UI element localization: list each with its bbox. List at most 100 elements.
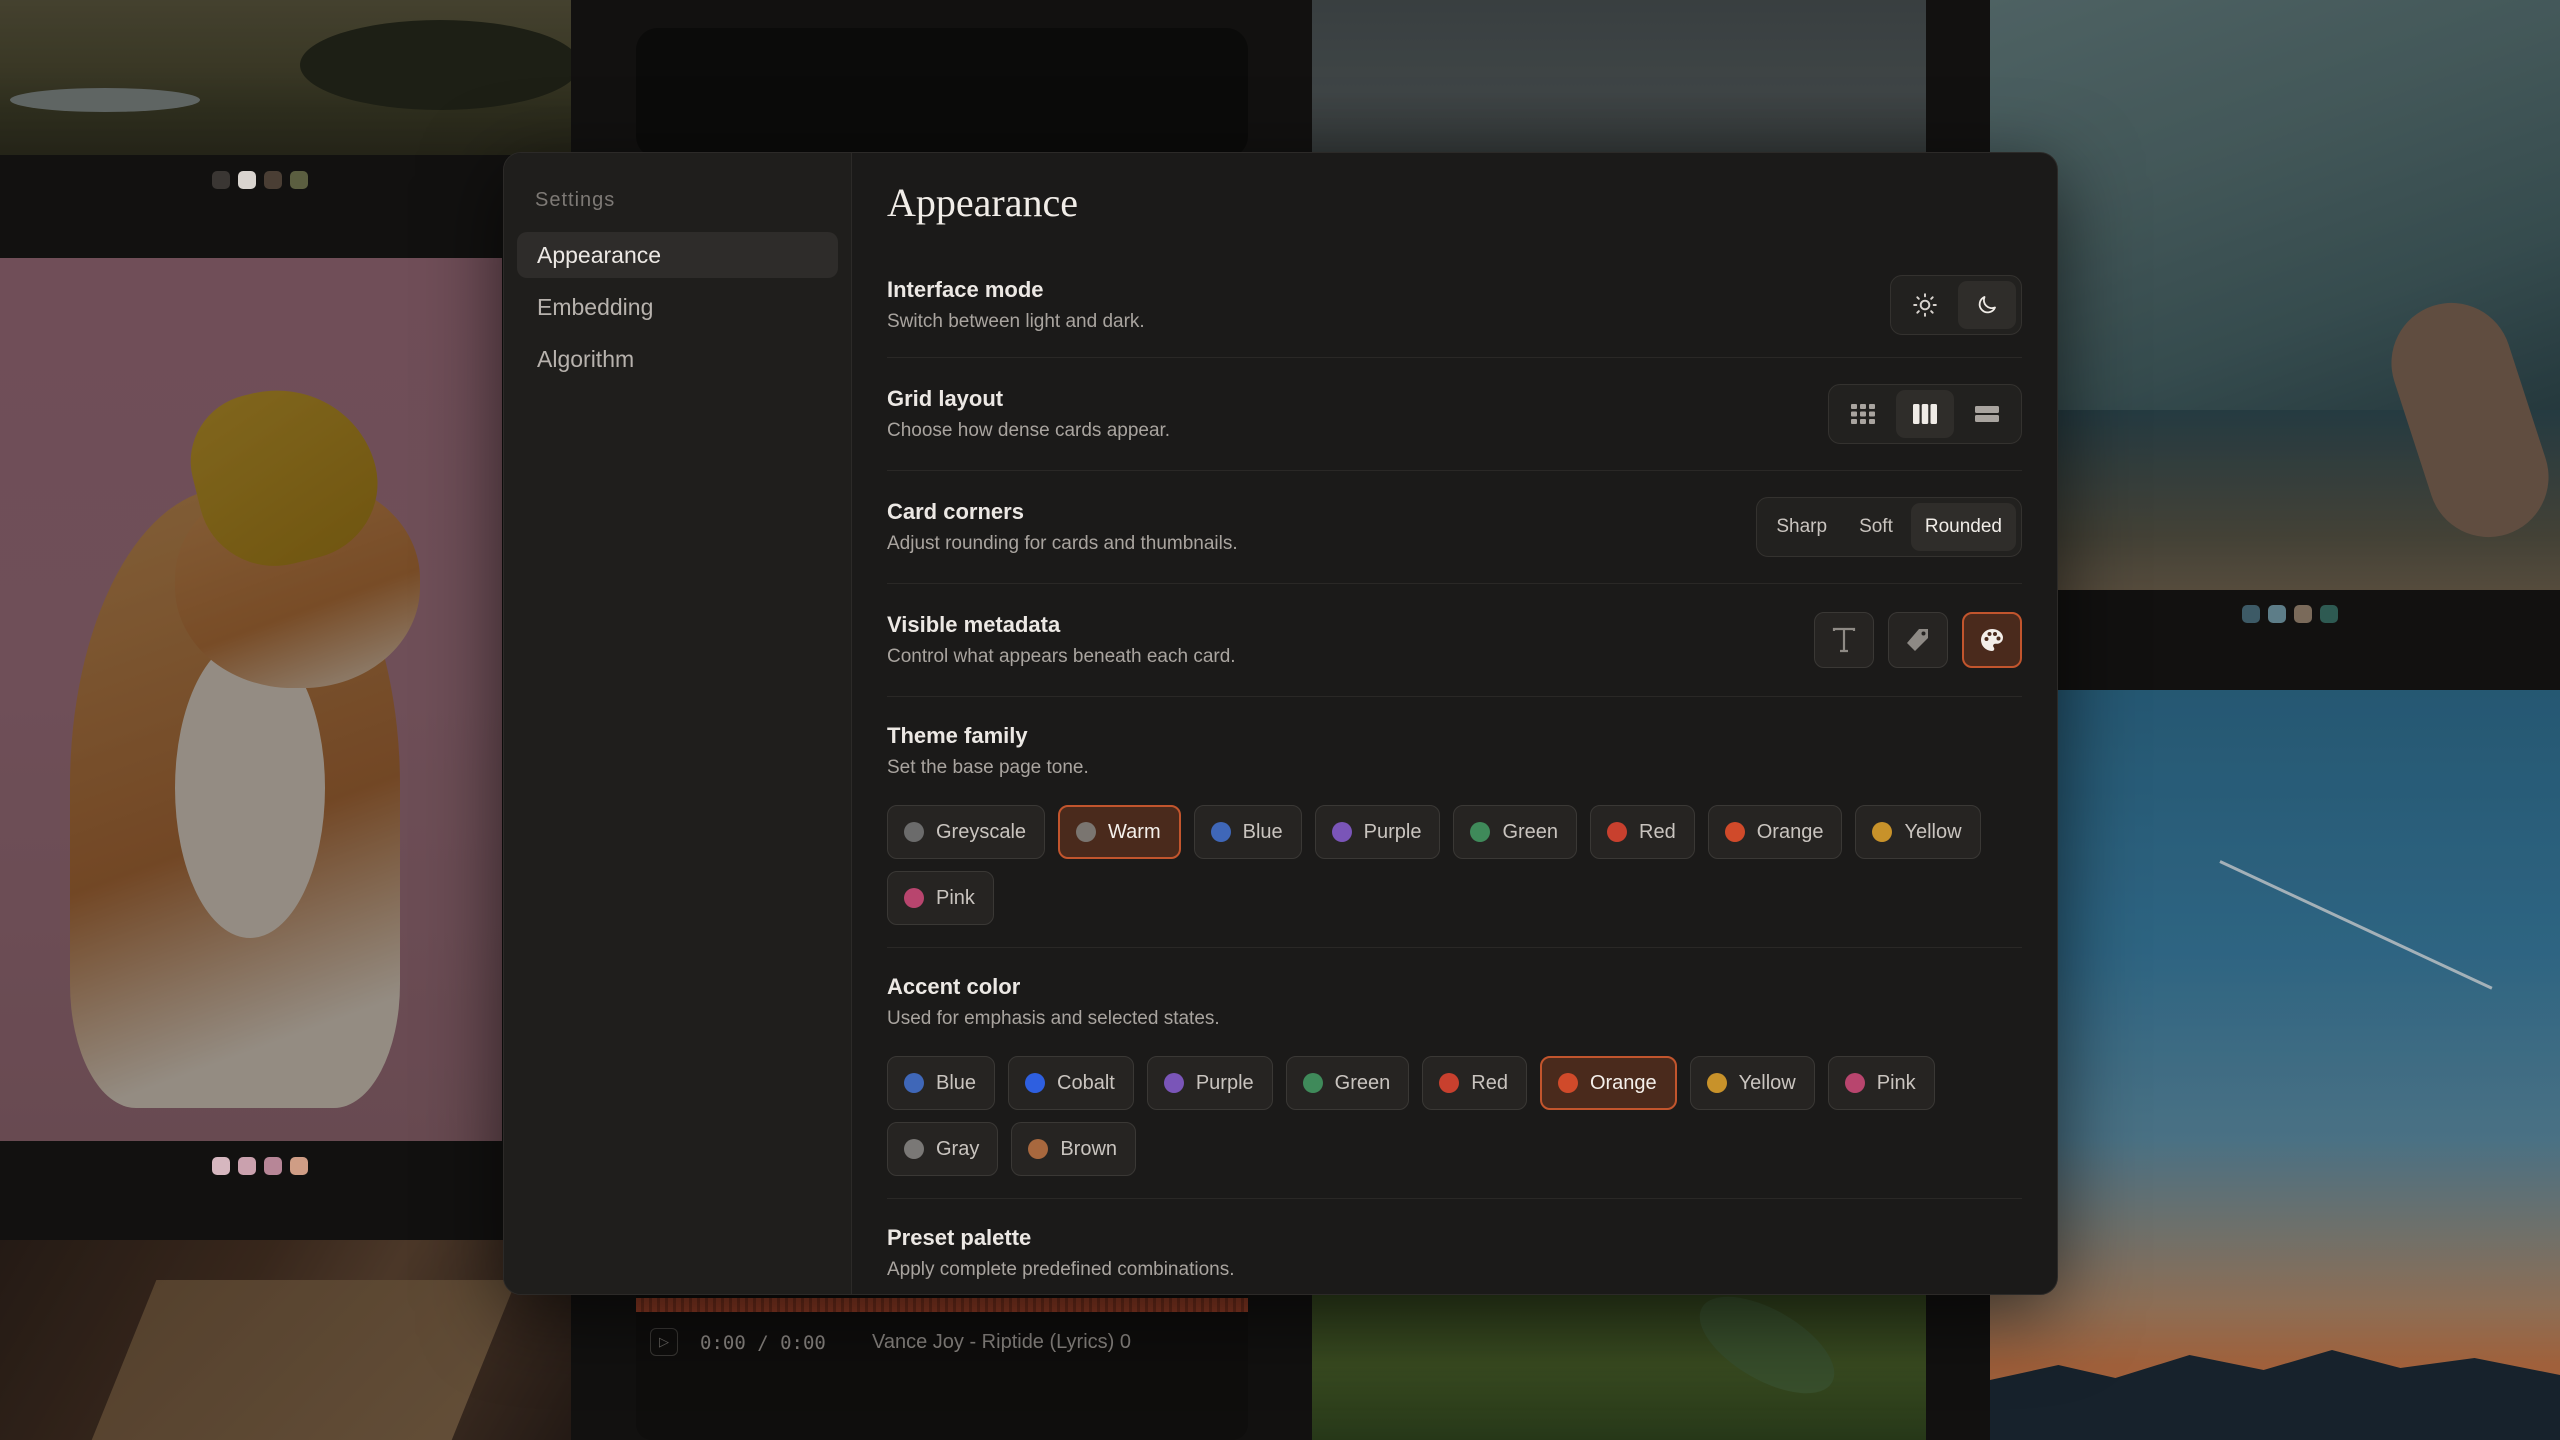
- setting-interface-mode: Interface mode Switch between light and …: [887, 252, 2022, 358]
- setting-description: Control what appears beneath each card.: [887, 646, 1236, 667]
- option-label: Warm: [1108, 820, 1161, 843]
- option-purple[interactable]: Purple: [1146, 1056, 1273, 1110]
- gallery-card-people[interactable]: [0, 1240, 571, 1440]
- gallery-card-song[interactable]: ▷ 0:00 / 0:00 Vance Joy - Riptide (Lyric…: [636, 1280, 1248, 1440]
- option-greyscale[interactable]: Greyscale: [887, 805, 1046, 859]
- setting-label: Interface mode: [887, 276, 1044, 302]
- setting-card-corners: Card corners Adjust rounding for cards a…: [887, 471, 2022, 584]
- palette-dot: [2294, 605, 2312, 623]
- option-red[interactable]: Red: [1590, 805, 1695, 859]
- grid-columns-icon[interactable]: [1896, 390, 1954, 438]
- setting-description: Switch between light and dark.: [887, 310, 1145, 332]
- color-swatch-icon: [1439, 1073, 1460, 1093]
- settings-modal: Settings Appearance Embedding Algorithm …: [503, 152, 2058, 1295]
- option-label: Green: [1502, 820, 1559, 843]
- setting-label: Theme family: [887, 723, 1028, 748]
- corners-rounded-button[interactable]: Rounded: [1910, 503, 2016, 551]
- sidebar-item-embedding[interactable]: Embedding: [517, 284, 838, 330]
- setting-theme-family: Theme family Set the base page tone. Gre…: [887, 697, 2022, 948]
- color-swatch-icon: [1210, 822, 1231, 842]
- option-label: Red: [1639, 820, 1676, 843]
- option-label: Blue: [1242, 820, 1283, 843]
- option-label: Cobalt: [1057, 1071, 1115, 1094]
- sidebar-item-algorithm[interactable]: Algorithm: [517, 336, 838, 382]
- page-title: Appearance: [887, 180, 1078, 225]
- palette-icon[interactable]: [1962, 612, 2022, 668]
- sun-icon[interactable]: [1896, 281, 1954, 329]
- gallery-card-hummingbird[interactable]: [1312, 1290, 1926, 1440]
- song-time: 0:00 / 0:00: [700, 1332, 826, 1354]
- option-label: Purple: [1363, 820, 1422, 843]
- option-label: Pink: [1876, 1071, 1916, 1094]
- color-swatch-icon: [1076, 822, 1097, 842]
- color-swatch-icon: [1331, 822, 1352, 842]
- color-swatch-icon: [1163, 1073, 1184, 1093]
- setting-label: Visible metadata: [887, 612, 1061, 637]
- option-green[interactable]: Green: [1285, 1056, 1410, 1110]
- option-label: Yellow: [1738, 1071, 1796, 1094]
- setting-label: Accent color: [887, 974, 1021, 999]
- option-blue[interactable]: Blue: [887, 1056, 996, 1110]
- tag-icon[interactable]: [1888, 612, 1948, 668]
- palette-dot: [264, 171, 282, 189]
- option-yellow[interactable]: Yellow: [1855, 805, 1981, 859]
- color-swatch-icon: [904, 1139, 924, 1159]
- corners-soft-button[interactable]: Soft: [1845, 503, 1907, 551]
- gallery-card-bird[interactable]: [1312, 0, 1926, 152]
- color-swatch-icon: [904, 822, 924, 842]
- gallery-card-video[interactable]: [636, 28, 1248, 158]
- option-orange[interactable]: Orange: [1539, 1056, 1677, 1110]
- gallery-card-dog[interactable]: [0, 258, 502, 1141]
- option-purple[interactable]: Purple: [1314, 805, 1441, 859]
- option-pink[interactable]: Pink: [1827, 1056, 1935, 1110]
- gallery-card-landscape[interactable]: [0, 0, 571, 155]
- metadata-toggles: [1814, 612, 2022, 668]
- color-swatch-icon: [1302, 1073, 1323, 1093]
- interface-mode-toggle: [1890, 274, 2022, 335]
- settings-sidebar: Settings Appearance Embedding Algorithm: [504, 153, 852, 1294]
- setting-label: Grid layout: [887, 386, 1004, 411]
- moon-icon[interactable]: [1958, 280, 2016, 329]
- color-swatch-icon: [1844, 1073, 1865, 1093]
- option-gray[interactable]: Gray: [887, 1122, 999, 1176]
- option-blue[interactable]: Blue: [1193, 805, 1302, 859]
- setting-description: Choose how dense cards appear.: [887, 420, 1171, 441]
- gallery-card-clothing[interactable]: [1990, 0, 2560, 590]
- play-icon[interactable]: ▷: [650, 1328, 678, 1356]
- setting-accent-color: Accent color Used for emphasis and selec…: [887, 948, 2022, 1199]
- option-green[interactable]: Green: [1453, 805, 1578, 859]
- palette-dots: [212, 1157, 308, 1175]
- audio-waveform[interactable]: [636, 1298, 1248, 1312]
- option-label: Greyscale: [936, 820, 1027, 843]
- option-cobalt[interactable]: Cobalt: [1008, 1056, 1134, 1110]
- option-yellow[interactable]: Yellow: [1689, 1056, 1815, 1110]
- setting-description: Used for emphasis and selected states.: [887, 1008, 1220, 1029]
- color-swatch-icon: [1557, 1073, 1578, 1093]
- palette-dots: [212, 171, 308, 189]
- option-label: Orange: [1589, 1071, 1657, 1094]
- option-brown[interactable]: Brown: [1011, 1122, 1137, 1176]
- grid-rows-icon[interactable]: [1958, 390, 2016, 438]
- grid-dense-icon[interactable]: [1834, 390, 1892, 438]
- color-swatch-icon: [1028, 1139, 1049, 1159]
- text-icon[interactable]: [1814, 612, 1874, 668]
- palette-dot: [290, 1157, 308, 1175]
- sidebar-item-appearance[interactable]: Appearance: [517, 232, 838, 278]
- option-orange[interactable]: Orange: [1707, 805, 1843, 859]
- palette-dot: [238, 171, 256, 189]
- palette-dot: [2268, 605, 2286, 623]
- setting-label: Preset palette: [887, 1225, 1032, 1250]
- option-label: Orange: [1756, 820, 1824, 843]
- palette-dot: [238, 1157, 256, 1175]
- option-red[interactable]: Red: [1422, 1056, 1527, 1110]
- setting-label: Card corners: [887, 499, 1024, 524]
- gallery-card-sky[interactable]: [1990, 690, 2560, 1440]
- option-pink[interactable]: Pink: [887, 871, 994, 925]
- option-warm[interactable]: Warm: [1058, 805, 1181, 859]
- color-swatch-icon: [904, 888, 924, 908]
- corners-sharp-button[interactable]: Sharp: [1762, 503, 1841, 551]
- option-label: Gray: [936, 1137, 980, 1160]
- setting-description: Adjust rounding for cards and thumbnails…: [887, 533, 1238, 554]
- grid-layout-toggle: [1828, 384, 2022, 444]
- palette-dot: [2242, 605, 2260, 623]
